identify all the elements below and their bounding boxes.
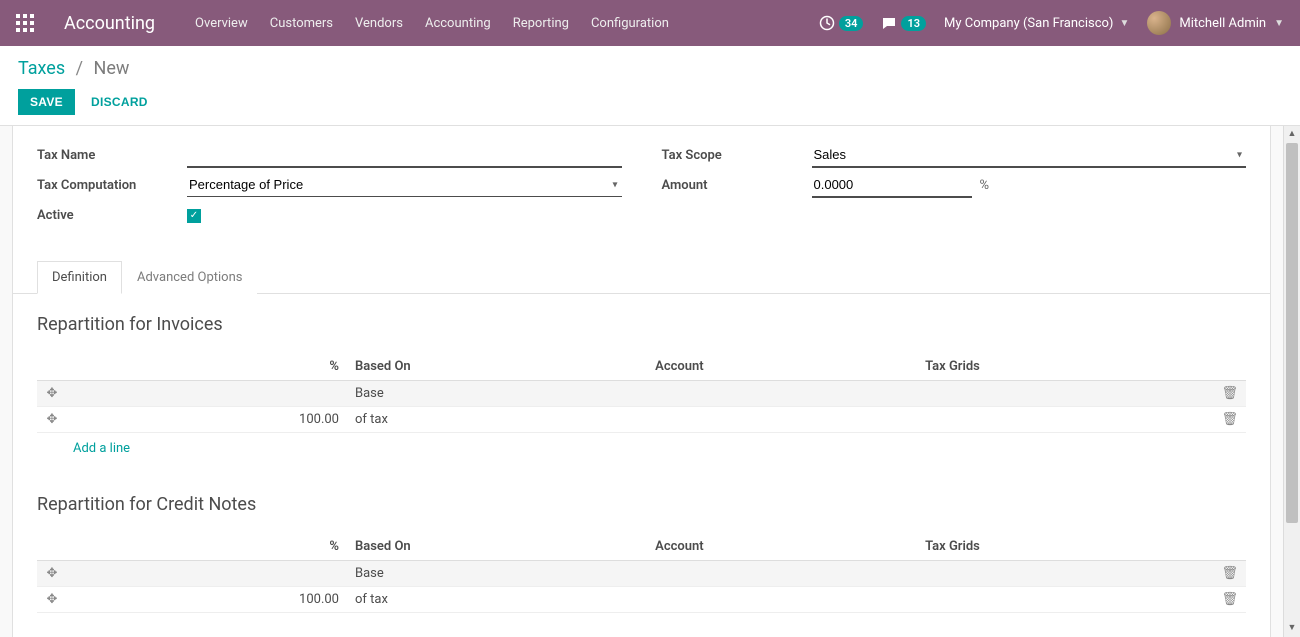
section-title: Repartition for Credit Notes xyxy=(37,494,1246,515)
drag-handle-icon[interactable]: ✥ xyxy=(37,587,67,613)
amount-input[interactable] xyxy=(812,173,972,198)
col-account: Account xyxy=(647,533,917,561)
table-row[interactable]: ✥ Base 🗑 xyxy=(37,381,1246,407)
repartition-invoices-table: % Based On Account Tax Grids ✥ Base 🗑 xyxy=(37,353,1246,464)
tax-name-input[interactable] xyxy=(187,143,622,168)
top-navbar: Accounting Overview Customers Vendors Ac… xyxy=(0,0,1300,46)
discard-button[interactable]: Discard xyxy=(79,89,160,115)
col-tax-grids: Tax Grids xyxy=(917,353,1213,381)
scroll-down-icon[interactable]: ▼ xyxy=(1284,620,1300,637)
table-row[interactable]: ✥ Base 🗑 xyxy=(37,561,1246,587)
drag-handle-icon[interactable]: ✥ xyxy=(37,381,67,407)
col-account: Account xyxy=(647,353,917,381)
delete-row-icon[interactable]: 🗑 xyxy=(1213,381,1246,407)
cell-tax-grids[interactable] xyxy=(917,587,1213,613)
cell-account[interactable] xyxy=(647,587,917,613)
clock-icon xyxy=(819,15,835,31)
table-row[interactable]: ✥ 100.00 of tax 🗑 xyxy=(37,407,1246,433)
label-tax-scope: Tax Scope xyxy=(662,148,812,163)
label-tax-name: Tax Name xyxy=(37,148,187,163)
vertical-scrollbar[interactable]: ▲ ▼ xyxy=(1283,126,1300,637)
delete-row-icon[interactable]: 🗑 xyxy=(1213,587,1246,613)
save-button[interactable]: Save xyxy=(18,89,75,115)
delete-row-icon[interactable]: 🗑 xyxy=(1213,407,1246,433)
scroll-thumb[interactable] xyxy=(1286,143,1298,523)
cell-tax-grids[interactable] xyxy=(917,407,1213,433)
active-checkbox[interactable]: ✓ xyxy=(187,209,201,223)
chat-icon xyxy=(881,15,897,31)
breadcrumb: Taxes / New xyxy=(18,58,1282,79)
menu-configuration[interactable]: Configuration xyxy=(591,16,669,31)
avatar xyxy=(1147,11,1171,35)
cell-tax-grids[interactable] xyxy=(917,561,1213,587)
menu-reporting[interactable]: Reporting xyxy=(513,16,569,31)
cell-percent[interactable] xyxy=(67,381,347,407)
cell-percent[interactable]: 100.00 xyxy=(67,587,347,613)
breadcrumb-separator: / xyxy=(76,58,83,79)
table-row[interactable]: ✥ 100.00 of tax 🗑 xyxy=(37,587,1246,613)
cell-account[interactable] xyxy=(647,561,917,587)
drag-handle-icon[interactable]: ✥ xyxy=(37,561,67,587)
scroll-up-icon[interactable]: ▲ xyxy=(1284,126,1300,143)
menu-customers[interactable]: Customers xyxy=(270,16,333,31)
tab-bar: Definition Advanced Options xyxy=(13,260,1270,294)
cell-percent[interactable] xyxy=(67,561,347,587)
section-title: Repartition for Invoices xyxy=(37,314,1246,335)
drag-handle-icon[interactable]: ✥ xyxy=(37,407,67,433)
cell-tax-grids[interactable] xyxy=(917,381,1213,407)
amount-suffix: % xyxy=(980,178,990,193)
menu-overview[interactable]: Overview xyxy=(195,16,248,31)
form-sheet: Tax Name Tax Computation ▾ Active ✓ xyxy=(12,126,1271,637)
user-menu[interactable]: Mitchell Admin ▼ xyxy=(1147,11,1284,35)
repartition-invoices-section: Repartition for Invoices % Based On Acco… xyxy=(13,294,1270,474)
app-brand[interactable]: Accounting xyxy=(64,13,155,34)
repartition-credit-notes-section: Repartition for Credit Notes % Based On … xyxy=(13,474,1270,623)
cell-account[interactable] xyxy=(647,407,917,433)
tax-computation-select[interactable] xyxy=(187,173,622,197)
cell-percent[interactable]: 100.00 xyxy=(67,407,347,433)
caret-down-icon: ▼ xyxy=(1119,18,1129,29)
label-active: Active xyxy=(37,208,187,223)
col-based-on: Based On xyxy=(347,533,647,561)
cell-based-on[interactable]: Base xyxy=(347,561,647,587)
delete-row-icon[interactable]: 🗑 xyxy=(1213,561,1246,587)
col-percent: % xyxy=(67,353,347,381)
label-tax-computation: Tax Computation xyxy=(37,178,187,193)
col-based-on: Based On xyxy=(347,353,647,381)
cell-based-on[interactable]: of tax xyxy=(347,587,647,613)
apps-icon[interactable] xyxy=(16,14,34,32)
label-amount: Amount xyxy=(662,178,812,193)
breadcrumb-root[interactable]: Taxes xyxy=(18,58,65,79)
menu-vendors[interactable]: Vendors xyxy=(355,16,403,31)
user-name: Mitchell Admin xyxy=(1179,16,1266,31)
add-line-link[interactable]: Add a line xyxy=(37,433,1246,464)
caret-down-icon: ▼ xyxy=(1274,18,1284,29)
cell-based-on[interactable]: Base xyxy=(347,381,647,407)
company-switcher[interactable]: My Company (San Francisco) ▼ xyxy=(944,16,1129,31)
tax-scope-select[interactable] xyxy=(812,143,1247,168)
tab-definition[interactable]: Definition xyxy=(37,261,122,294)
activity-badge: 34 xyxy=(839,16,864,31)
messaging-indicator[interactable]: 13 xyxy=(881,15,926,31)
message-badge: 13 xyxy=(901,16,926,31)
col-tax-grids: Tax Grids xyxy=(917,533,1213,561)
control-panel: Taxes / New Save Discard xyxy=(0,46,1300,126)
company-name: My Company (San Francisco) xyxy=(944,16,1113,31)
repartition-credit-notes-table: % Based On Account Tax Grids ✥ Base 🗑 xyxy=(37,533,1246,613)
tab-advanced-options[interactable]: Advanced Options xyxy=(122,261,257,294)
col-percent: % xyxy=(67,533,347,561)
activity-indicator[interactable]: 34 xyxy=(819,15,864,31)
cell-account[interactable] xyxy=(647,381,917,407)
cell-based-on[interactable]: of tax xyxy=(347,407,647,433)
breadcrumb-current: New xyxy=(94,58,130,79)
menu-accounting[interactable]: Accounting xyxy=(425,16,491,31)
main-menu: Overview Customers Vendors Accounting Re… xyxy=(195,16,669,31)
